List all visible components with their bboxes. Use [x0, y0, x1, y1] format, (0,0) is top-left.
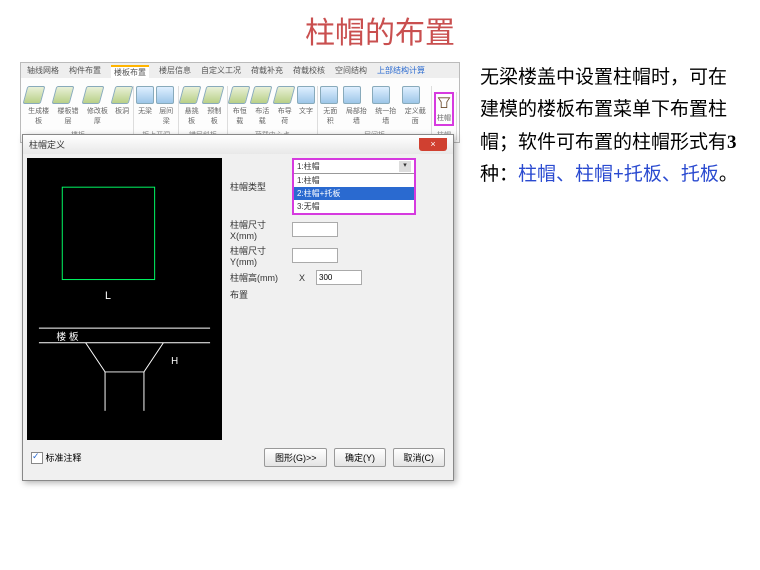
label-h: 柱帽高(mm) — [230, 271, 288, 284]
tab-load-check[interactable]: 荷载校核 — [293, 65, 325, 78]
tab-calc[interactable]: 上部结构计算 — [377, 65, 425, 78]
ribbon-group-load: 布恒载 布活载 布导荷 文字 荷载中心点 — [228, 86, 318, 140]
checkbox-label: 标准注释 — [46, 453, 82, 463]
cap-definition-dialog: 柱帽定义 × L 楼 板 H — [22, 134, 454, 481]
screenshot-area: 轴线网格 构件布置 楼板布置 楼层信息 自定义工况 荷载补充 荷载校核 空间结构… — [20, 62, 460, 191]
tab-storey[interactable]: 楼层信息 — [159, 65, 191, 78]
tab-space[interactable]: 空间结构 — [335, 65, 367, 78]
btn-noarea[interactable]: 无面积 — [320, 86, 341, 126]
btn-gen-slab[interactable]: 生成楼板 — [25, 86, 52, 126]
label-x: 柱帽尺寸X(mm) — [230, 218, 288, 241]
tab-member[interactable]: 构件布置 — [69, 65, 101, 78]
ribbon-tabs: 轴线网格 构件布置 楼板布置 楼层信息 自定义工况 荷载补充 荷载校核 空间结构… — [21, 63, 459, 78]
ribbon-group-incline: 悬挑板 预制板 错层斜板 — [179, 86, 227, 140]
ribbon-group-inter: 无面积 局部抬墙 统一抬墙 定义截面 层间板 — [318, 86, 432, 140]
ok-button[interactable]: 确定(Y) — [334, 448, 386, 467]
preview-label-floor: 楼 板 — [56, 330, 78, 343]
dialog-titlebar[interactable]: 柱帽定义 × — [23, 135, 453, 154]
input-h[interactable] — [316, 270, 362, 285]
ribbon-group-slab: 生成楼板 楼板错层 修改板厚 板洞 楼板 — [23, 86, 134, 140]
tab-load-extra[interactable]: 荷载补充 — [251, 65, 283, 78]
label-y: 柱帽尺寸Y(mm) — [230, 244, 288, 267]
parameter-panel: 柱帽类型 1:柱帽 ▾ 1:柱帽 2:柱帽+托板 3:无帽 — [226, 154, 453, 444]
btn-noslab[interactable]: 无梁 — [136, 86, 154, 126]
preview-canvas: L 楼 板 H — [27, 158, 222, 440]
dropdown-item-1[interactable]: 1:柱帽 — [294, 174, 414, 187]
btn-slab-hole[interactable]: 板洞 — [113, 86, 131, 126]
btn-dead[interactable]: 布恒载 — [230, 86, 250, 126]
chevron-down-icon[interactable]: ▾ — [399, 161, 411, 172]
btn-precast[interactable]: 预制板 — [204, 86, 225, 126]
dialog-title-text: 柱帽定义 — [29, 138, 65, 151]
tab-slab[interactable]: 楼板布置 — [111, 65, 149, 78]
btn-local-wall[interactable]: 局部抬墙 — [343, 86, 370, 126]
tab-axis[interactable]: 轴线网格 — [27, 65, 59, 78]
btn-interbeam[interactable]: 层间梁 — [156, 86, 176, 126]
cancel-button[interactable]: 取消(C) — [393, 448, 446, 467]
label-place: 布置 — [230, 288, 288, 301]
cap-type-dropdown[interactable]: 1:柱帽 ▾ 1:柱帽 2:柱帽+托板 3:无帽 — [292, 158, 416, 215]
btn-unify-wall[interactable]: 统一抬墙 — [372, 86, 399, 126]
ribbon: 轴线网格 构件布置 楼板布置 楼层信息 自定义工况 荷载补充 荷载校核 空间结构… — [20, 62, 460, 143]
dropdown-selected-text: 1:柱帽 — [297, 161, 320, 172]
tab-custom[interactable]: 自定义工况 — [201, 65, 241, 78]
dropdown-item-3[interactable]: 3:无帽 — [294, 200, 414, 213]
btn-guide[interactable]: 布导荷 — [275, 86, 295, 126]
input-x[interactable] — [292, 222, 338, 237]
label-cap-type: 柱帽类型 — [230, 180, 288, 193]
btn-slab-offset[interactable]: 楼板错层 — [54, 86, 81, 126]
dropdown-list: 1:柱帽 2:柱帽+托板 3:无帽 — [294, 174, 414, 213]
ribbon-group-cap: 柱帽 柱帽 — [432, 92, 457, 140]
close-button[interactable]: × — [419, 138, 447, 151]
checkbox-annotation[interactable]: 标准注释 — [31, 451, 82, 465]
btn-cantilever[interactable]: 悬挑板 — [181, 86, 202, 126]
btn-live[interactable]: 布活载 — [252, 86, 272, 126]
btn-section[interactable]: 定义截面 — [402, 86, 429, 126]
preview-label-H: H — [171, 356, 178, 367]
input-y[interactable] — [292, 248, 338, 263]
dialog-footer: 标准注释 图形(G)>> 确定(Y) 取消(C) — [23, 444, 453, 471]
btn-column-cap[interactable]: 柱帽 — [437, 95, 451, 123]
btn-slab-thick[interactable]: 修改板厚 — [84, 86, 111, 126]
slide-title: 柱帽的布置 — [0, 0, 760, 62]
ribbon-group-hole: 无梁 层间梁 板上开洞 — [134, 86, 179, 140]
content-row: 轴线网格 构件布置 楼板布置 楼层信息 自定义工况 荷载补充 荷载校核 空间结构… — [0, 62, 760, 191]
column-cap-icon — [437, 95, 451, 109]
graph-button[interactable]: 图形(G)>> — [264, 448, 328, 467]
checkbox-icon — [31, 452, 43, 464]
preview-label-L: L — [105, 290, 111, 302]
dropdown-item-2[interactable]: 2:柱帽+托板 — [294, 187, 414, 200]
description-text: 无梁楼盖中设置柱帽时，可在建模的楼板布置菜单下布置柱帽；软件可布置的柱帽形式有3… — [460, 62, 740, 191]
highlight-cap-button: 柱帽 — [434, 92, 454, 126]
btn-text[interactable]: 文字 — [297, 86, 315, 126]
